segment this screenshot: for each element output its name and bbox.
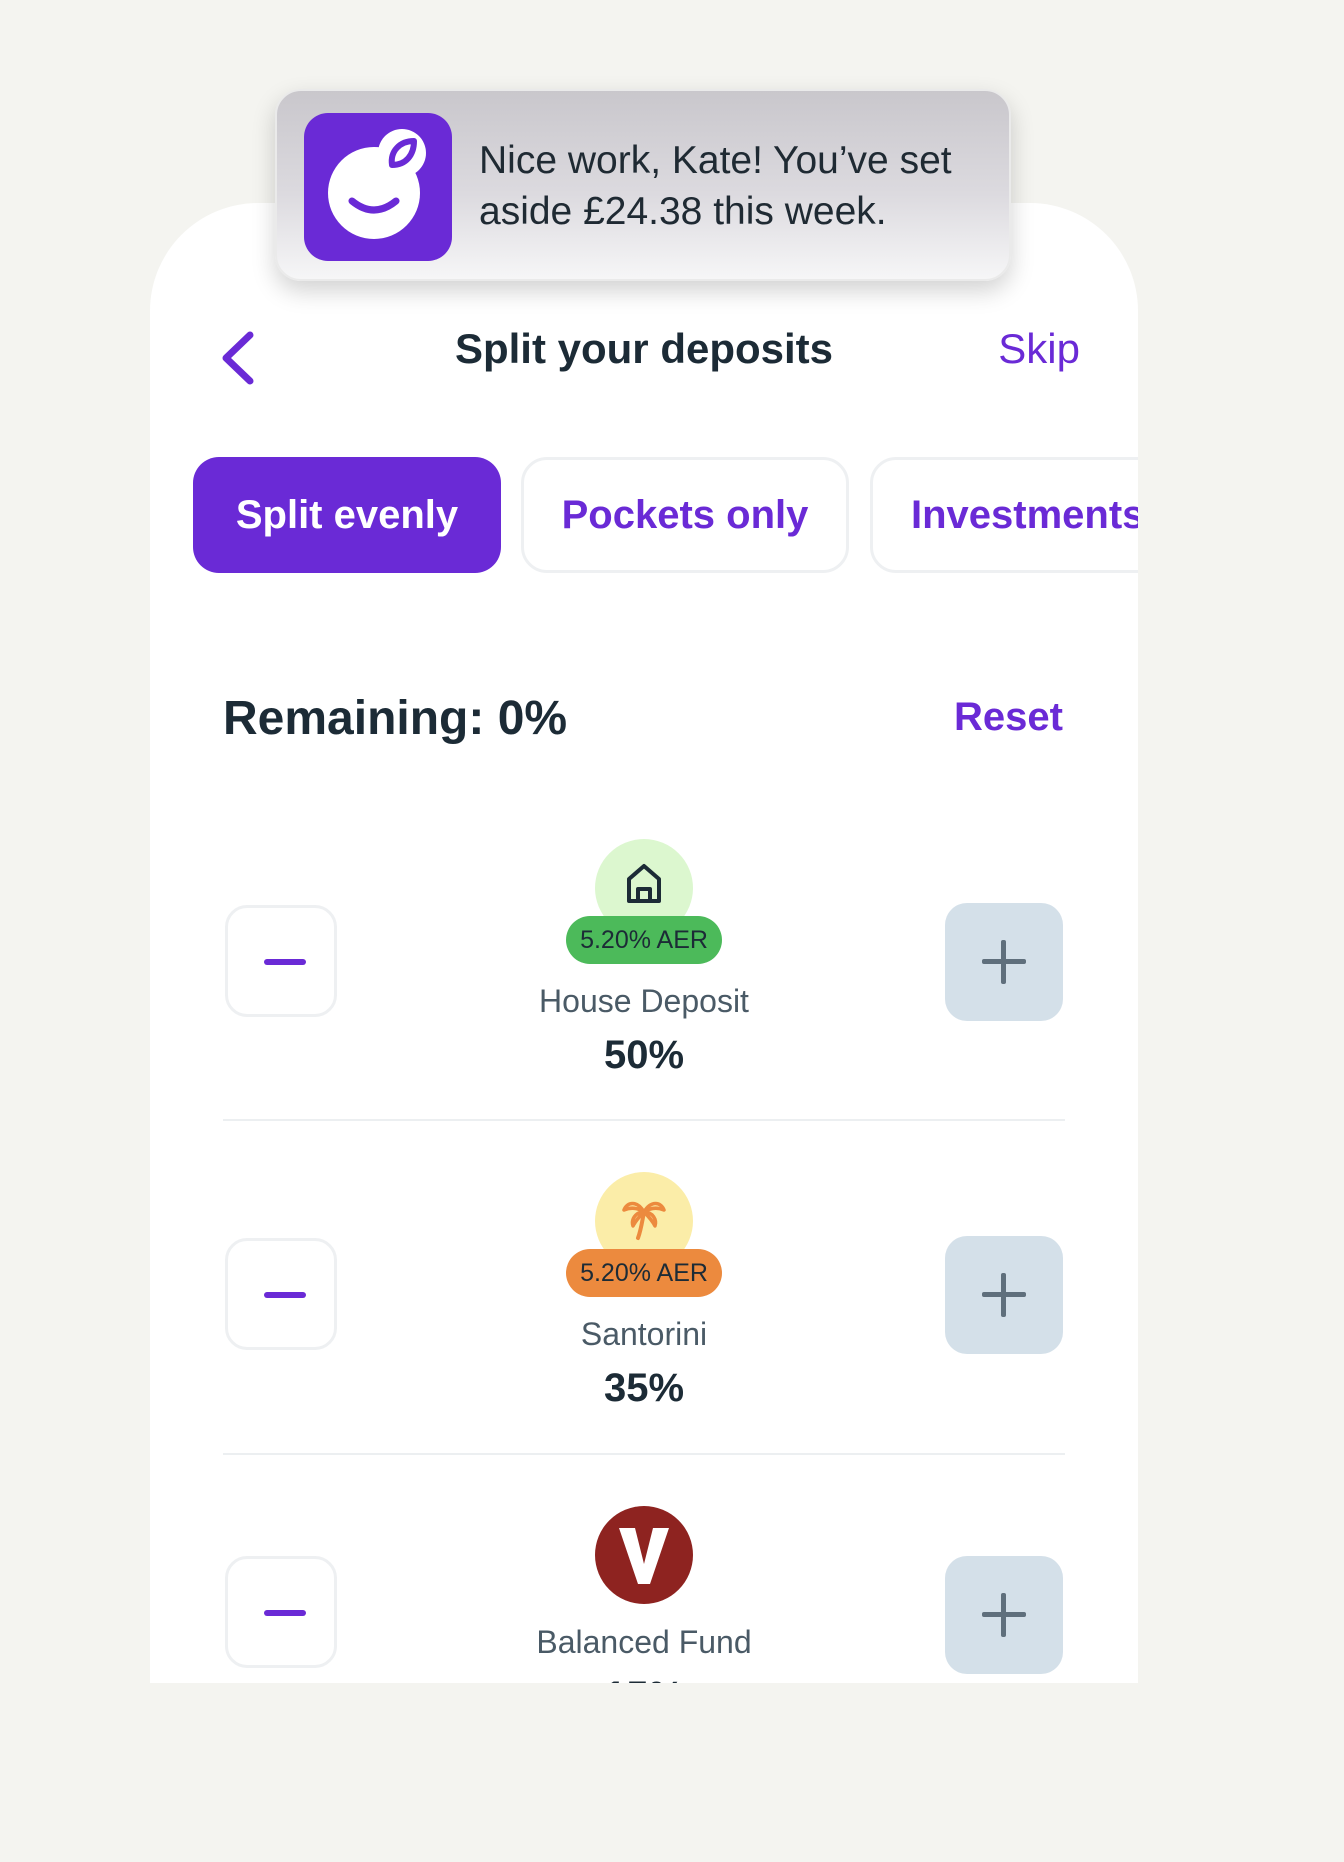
notification-message: Nice work, Kate! You’ve set aside £24.38…: [479, 135, 999, 237]
pocket-row-balanced-fund: Balanced Fund 15%: [150, 1500, 1138, 1683]
tab-split-evenly[interactable]: Split evenly: [193, 457, 501, 573]
aer-badge: 5.20% AER: [566, 916, 722, 964]
pocket-percentage: 15%: [150, 1674, 1138, 1683]
skip-button[interactable]: Skip: [998, 325, 1080, 373]
aer-badge: 5.20% AER: [566, 1249, 722, 1297]
increase-button[interactable]: [945, 903, 1063, 1021]
notification-banner[interactable]: Nice work, Kate! You’ve set aside £24.38…: [275, 89, 1011, 281]
reset-button[interactable]: Reset: [954, 695, 1063, 740]
notification-line-2: aside £24.38 this week.: [479, 190, 887, 233]
tab-pockets-only[interactable]: Pockets only: [521, 457, 849, 573]
increase-button[interactable]: [945, 1236, 1063, 1354]
remaining-percentage: Remaining: 0%: [223, 692, 568, 745]
pocket-row-santorini: 5.20% AER Santorini 35%: [150, 1166, 1138, 1466]
pocket-percentage: 35%: [603, 1366, 685, 1410]
row-divider: [223, 1119, 1065, 1121]
page-title: Split your deposits: [454, 325, 834, 372]
pocket-percentage: 50%: [603, 1033, 685, 1077]
notification-line-1: Nice work, Kate! You’ve set: [479, 139, 952, 182]
app-screen: Split your deposits Skip Split evenly Po…: [150, 203, 1138, 1683]
smiley-leaf-icon: [304, 113, 452, 261]
row-divider: [223, 1453, 1065, 1455]
increase-button[interactable]: [945, 1556, 1063, 1674]
tab-investments[interactable]: Investments: [870, 457, 1138, 573]
vanguard-v-logo-icon: [595, 1506, 693, 1604]
pocket-row-house-deposit: 5.20% AER House Deposit 50%: [150, 833, 1138, 1133]
